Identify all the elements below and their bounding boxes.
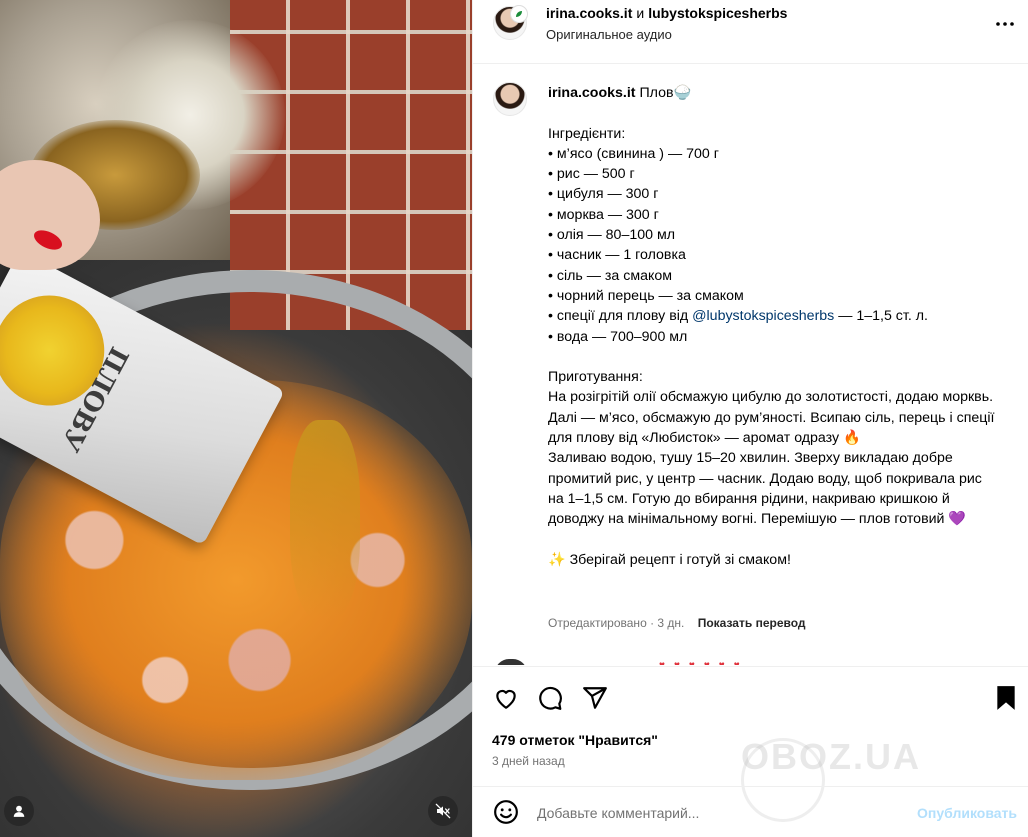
- next-comment-hearts: ♥♥♥♥♥♥: [659, 660, 749, 665]
- comment-button[interactable]: [536, 684, 564, 712]
- preparation-heading: Приготування:: [548, 369, 643, 386]
- falling-spice: [290, 420, 360, 620]
- comment-bar: Опубликовать: [473, 786, 1028, 837]
- ingredient-item: • сіль — за смаком: [548, 267, 672, 284]
- emoji-button[interactable]: [492, 798, 520, 826]
- ingredient-item: • олія — 80–100 мл: [548, 227, 675, 244]
- like-button[interactable]: [492, 684, 520, 712]
- translate-link[interactable]: Показать перевод: [698, 616, 806, 630]
- closing-line: ✨ Зберігай рецепт і готуй зі смаком!: [548, 551, 791, 568]
- caption-author-avatar[interactable]: [493, 82, 527, 116]
- publish-button[interactable]: Опубликовать: [917, 805, 1017, 821]
- heart-icon: [496, 689, 516, 709]
- collaborator-avatar[interactable]: [510, 5, 528, 23]
- leaf-logo-icon: [516, 11, 522, 17]
- post-panel: irina.cooks.it и lubystokspicesherbs Ориги…: [472, 0, 1028, 837]
- comment-input[interactable]: [537, 805, 877, 821]
- preparation-step: Заливаю водою, тушу 15–20 хвилин. Зверху…: [548, 450, 982, 528]
- share-icon: [583, 687, 607, 709]
- post-time[interactable]: 3 дней назад: [492, 754, 565, 768]
- caption-title: Плов🍚: [639, 85, 692, 101]
- save-button[interactable]: [992, 684, 1020, 712]
- more-horizontal-icon: [996, 22, 1014, 26]
- ingredient-item-spices: • спеції для плову від @lubystokspiceshe…: [548, 306, 998, 326]
- author-username[interactable]: irina.cooks.it: [546, 5, 632, 21]
- ingredient-item: • вода — 700–900 мл: [548, 328, 688, 345]
- edited-label: Отредактировано · 3 дн.: [548, 616, 685, 630]
- ingredient-item: • рис — 500 г: [548, 166, 635, 183]
- mute-icon: [435, 803, 451, 819]
- mute-button[interactable]: [428, 796, 458, 826]
- user-icon: [13, 805, 25, 817]
- authors-conjunction: и: [636, 5, 645, 21]
- original-audio-link[interactable]: Оригинальное аудио: [546, 27, 672, 42]
- preparation-step: На розігрітій олії обсмажую цибулю до зо…: [548, 389, 995, 447]
- ingredient-item: • морква — 300 г: [548, 206, 659, 223]
- share-button[interactable]: [581, 684, 609, 712]
- bookmark-icon: [997, 686, 1015, 710]
- ingredient-item: • м’ясо (свинина ) — 700 г: [548, 145, 719, 162]
- post-header: irina.cooks.it и lubystokspicesherbs Ориги…: [473, 0, 1028, 64]
- likes-count[interactable]: 479 отметок "Нравится": [492, 732, 658, 748]
- emoji-icon: [494, 800, 518, 824]
- tagged-users-button[interactable]: [4, 796, 34, 826]
- caption-meta: Отредактировано · 3 дн. Показать перевод: [548, 616, 806, 630]
- ingredients-heading: Інгредієнти:: [548, 125, 626, 142]
- spice-prefix: • спеції для плову від: [548, 308, 689, 325]
- ingredient-item: • чорний перець — за смаком: [548, 287, 744, 304]
- caption-username[interactable]: irina.cooks.it: [548, 85, 636, 101]
- caption-text: irina.cooks.it Плов🍚 Інгредієнти: • м’яс…: [548, 83, 998, 570]
- post-authors: irina.cooks.it и lubystokspicesherbs: [546, 5, 787, 21]
- ingredient-item: • часник — 1 головка: [548, 247, 686, 264]
- mention-link[interactable]: @lubystokspicesherbs: [692, 308, 834, 324]
- more-options-button[interactable]: [993, 14, 1017, 34]
- next-comment-avatar: [495, 659, 527, 665]
- post-caption: irina.cooks.it Плов🍚 Інгредієнти: • м’яс…: [473, 65, 1028, 665]
- comment-icon: [539, 686, 562, 710]
- spice-suffix: — 1–1,5 ст. л.: [838, 308, 928, 325]
- collaborator-username[interactable]: lubystokspicesherbs: [648, 5, 787, 21]
- watermark-text: OBOZ.UA: [741, 736, 921, 777]
- caption-first-line: irina.cooks.it Плов🍚: [548, 83, 998, 103]
- post-video[interactable]: ПЛОВУ: [0, 0, 472, 837]
- ingredient-item: • цибуля — 300 г: [548, 186, 659, 203]
